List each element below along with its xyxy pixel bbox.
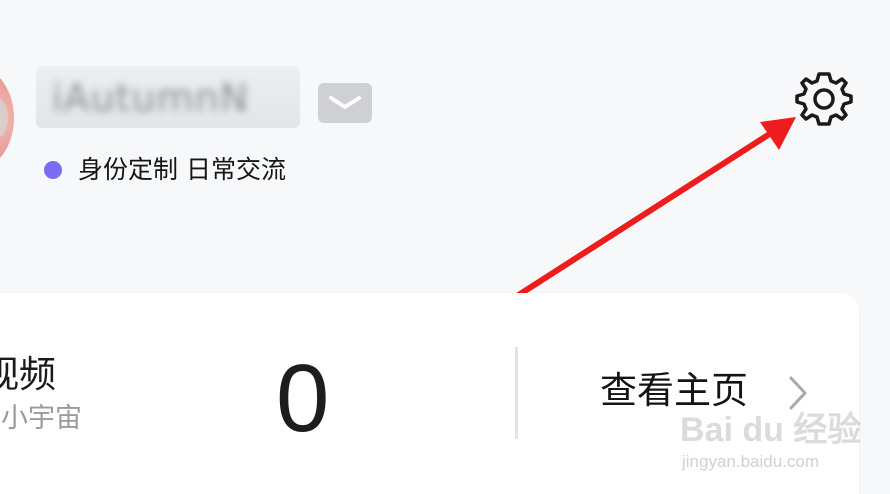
chevron-right-icon [789,376,807,410]
profile-page: iAutumnN 身份定制 日常交流 视频 作小宇宙 0 查看主页 Bai du… [0,0,890,494]
video-sublabel: 作小宇宙 [0,403,82,434]
view-homepage-label: 查看主页 [600,369,748,412]
gear-icon [795,72,853,126]
username-text: iAutumnN [52,76,250,120]
chevron-down-icon [329,96,361,109]
username-blurred: iAutumnN [36,66,300,128]
status-dot [44,161,62,179]
video-count[interactable]: 0 [276,344,329,454]
settings-button[interactable] [792,70,856,128]
card-divider [515,347,518,439]
avatar-image [0,98,8,138]
mail-badge[interactable] [318,83,372,123]
avatar[interactable] [0,66,14,170]
status-text: 身份定制 日常交流 [78,155,286,184]
video-label: 视频 [0,353,56,396]
view-homepage-button[interactable]: 查看主页 [600,364,807,420]
